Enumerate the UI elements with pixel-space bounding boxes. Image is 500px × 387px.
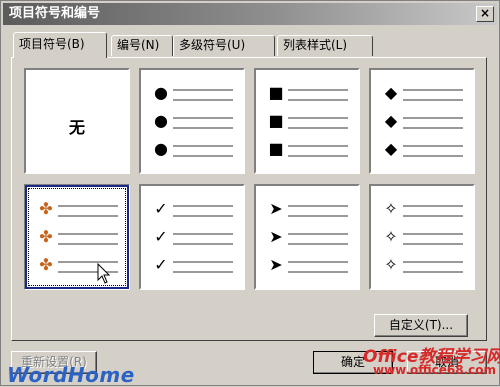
square-bullet-icon: ■	[268, 111, 284, 130]
colored-flower-bullet-icon: ✤	[39, 255, 53, 274]
dot-bullet-icon: ●	[154, 139, 168, 158]
dialog-title: 项目符号和编号	[9, 6, 101, 21]
dot-bullet-icon: ●	[154, 111, 168, 130]
diamond-bullet-icon: ◆	[384, 83, 398, 102]
watermark-url: www.office68.com	[373, 363, 497, 377]
arrowhead-bullet-icon: ➤	[269, 199, 283, 218]
checkmark-bullet-icon: ✓	[154, 255, 168, 274]
star-bullet-icon: ✧	[384, 255, 398, 274]
bullet-gallery-panel: 无 ● ● ● ■ ■ ■ ◆ ◆ ◆ ✤ ✤ ✤ ✓ ✓ ✓ ➤ ➤ ➤ ✧ …	[11, 57, 487, 341]
diamond-bullet-icon: ◆	[384, 111, 398, 130]
bullet-option-square[interactable]: ■ ■ ■	[254, 68, 360, 174]
title-bar[interactable]: 项目符号和编号 ×	[3, 3, 497, 25]
close-button[interactable]: ×	[476, 6, 494, 22]
colored-flower-bullet-icon: ✤	[39, 227, 53, 246]
colored-flower-bullet-icon: ✤	[39, 199, 53, 218]
bullet-option-arrowhead[interactable]: ➤ ➤ ➤	[254, 184, 360, 290]
bullet-option-dot[interactable]: ● ● ●	[139, 68, 245, 174]
square-bullet-icon: ■	[268, 139, 284, 158]
customize-button[interactable]: 自定义(T)...	[374, 314, 468, 337]
bullet-option-colored-flower[interactable]: ✤ ✤ ✤	[24, 184, 130, 290]
tab-numbering[interactable]: 编号(N)	[111, 35, 173, 56]
tab-list-styles[interactable]: 列表样式(L)	[277, 35, 373, 56]
bullet-option-none[interactable]: 无	[24, 68, 130, 174]
mouse-cursor-icon	[97, 263, 111, 284]
diamond-bullet-icon: ◆	[384, 139, 398, 158]
star-bullet-icon: ✧	[384, 199, 398, 218]
checkmark-bullet-icon: ✓	[154, 227, 168, 246]
dot-bullet-icon: ●	[154, 83, 168, 102]
arrowhead-bullet-icon: ➤	[269, 255, 283, 274]
square-bullet-icon: ■	[268, 83, 284, 102]
arrowhead-bullet-icon: ➤	[269, 227, 283, 246]
bullet-option-diamond[interactable]: ◆ ◆ ◆	[369, 68, 475, 174]
none-label: 无	[68, 118, 85, 137]
tab-multilevel[interactable]: 多级符号(U)	[173, 35, 275, 56]
bullet-option-star[interactable]: ✧ ✧ ✧	[369, 184, 475, 290]
close-icon: ×	[479, 6, 491, 20]
checkmark-bullet-icon: ✓	[154, 199, 168, 218]
bullets-numbering-dialog: 项目符号和编号 × 项目符号(B) 编号(N) 多级符号(U) 列表样式(L) …	[0, 0, 500, 387]
tab-bullets[interactable]: 项目符号(B)	[13, 32, 107, 58]
star-bullet-icon: ✧	[384, 227, 398, 246]
bullet-option-checkmark[interactable]: ✓ ✓ ✓	[139, 184, 245, 290]
watermark-wordhome: WordHome	[7, 363, 135, 387]
